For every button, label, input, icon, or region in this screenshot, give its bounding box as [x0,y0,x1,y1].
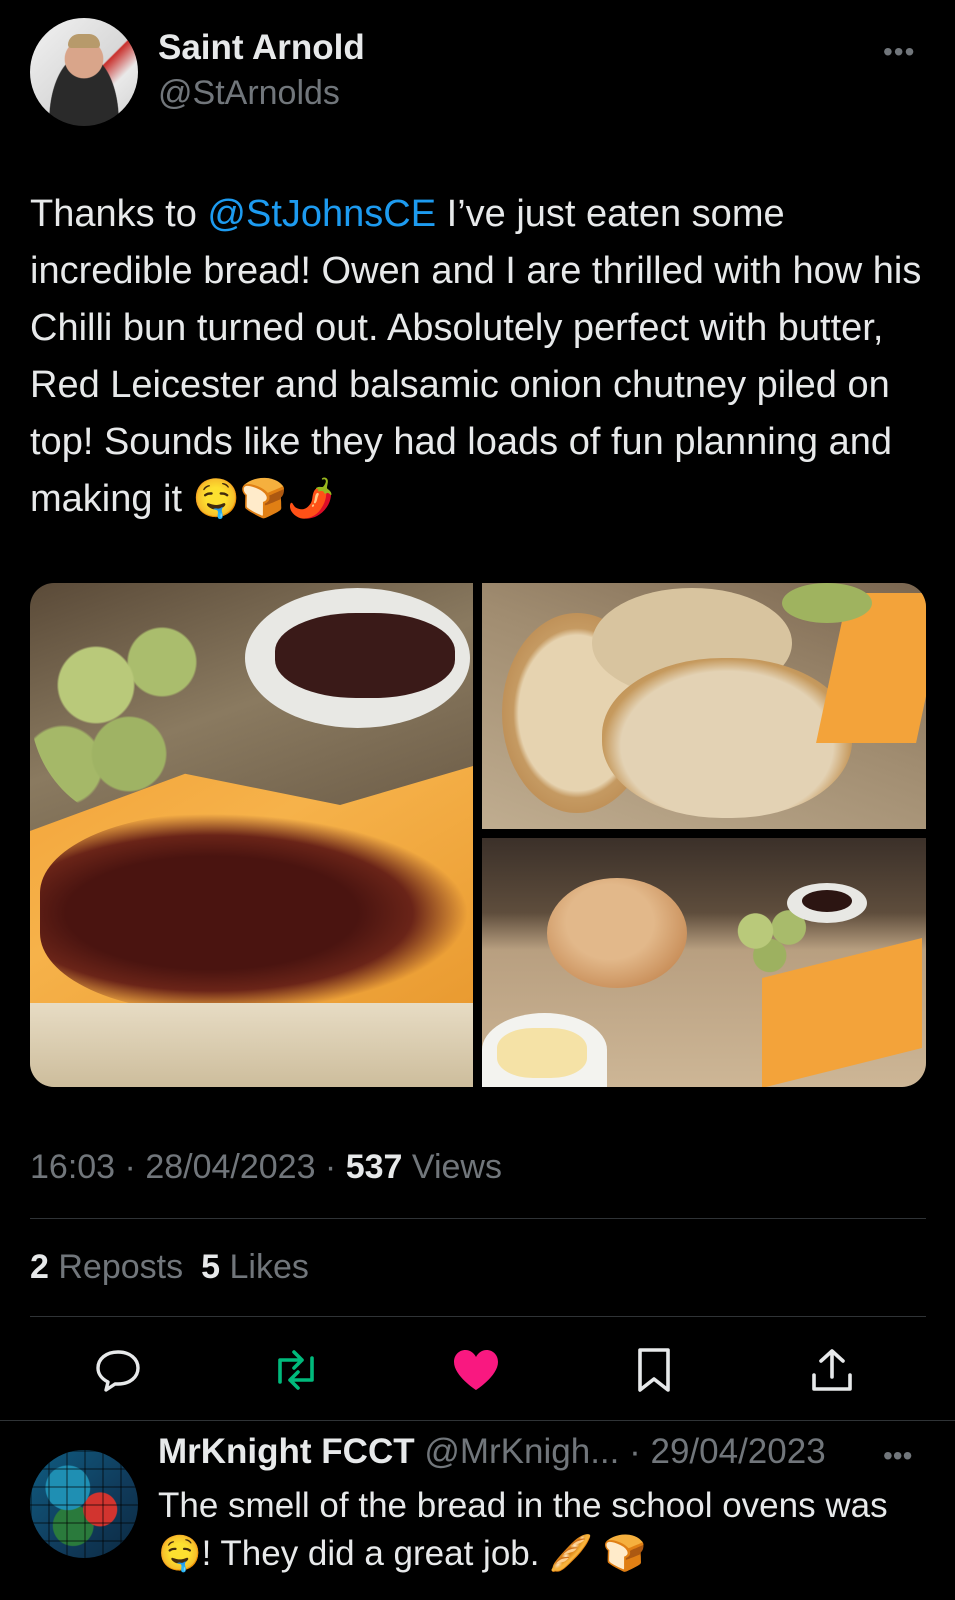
divider [0,1420,955,1421]
media-grid [30,583,926,1087]
photo-cheese-chutney[interactable] [30,583,473,1087]
reply-icon [96,1350,140,1392]
author-avatar[interactable] [30,18,138,126]
reply-header: MrKnight FCCT @MrKnigh... · 29/04/2023 [158,1432,826,1472]
repost-icon [278,1350,314,1390]
reposts-count: 2 [30,1248,49,1286]
avatar-grid [30,1450,138,1558]
reply-text: The smell of the bread in the school ove… [158,1486,888,1573]
photo-sliced-bread[interactable] [482,583,926,829]
author-handle[interactable]: @StArnolds [158,74,340,113]
reposts-label: Reposts [58,1248,184,1286]
reply-author-avatar[interactable] [30,1450,138,1558]
bookmark-button[interactable] [626,1345,682,1395]
reposts-stat[interactable]: 2 Reposts [30,1248,183,1286]
reply-separator: · [619,1432,651,1471]
reply-more-options-icon[interactable]: ••• [883,1440,912,1472]
avatar-hair [68,34,100,48]
photo-bread-platter[interactable] [482,838,926,1087]
tweet-text-body: I’ve just eaten some incredible bread! O… [30,193,922,520]
tweet-time[interactable]: 16:03 [30,1148,115,1186]
heart-icon [454,1350,498,1390]
tweet-text-prefix: Thanks to [30,193,208,235]
engagement-stats: 2 Reposts 5 Likes [30,1248,309,1287]
reply-author-handle[interactable]: @MrKnigh... [424,1432,619,1471]
bookmark-icon [638,1348,670,1392]
likes-count: 5 [201,1248,221,1286]
meta-separator: · [315,1148,346,1186]
tweet-meta: 16:03 · 28/04/2023 · 537 Views [30,1148,502,1187]
likes-label: Likes [229,1248,309,1286]
divider [30,1218,926,1219]
meta-separator: · [115,1148,146,1186]
share-button[interactable] [804,1345,860,1395]
tweet-text: Thanks to @StJohnsCE I’ve just eaten som… [30,186,930,528]
mention-link[interactable]: @StJohnsCE [207,193,436,235]
tweet-date[interactable]: 28/04/2023 [145,1148,315,1186]
likes-stat[interactable]: 5 Likes [201,1248,309,1286]
views-label: Views [411,1148,502,1186]
author-name[interactable]: Saint Arnold [158,28,365,68]
divider [30,1316,926,1317]
action-bar [0,1345,955,1395]
repost-button[interactable] [268,1345,324,1395]
like-button[interactable] [448,1345,504,1395]
reply-author-name[interactable]: MrKnight FCCT [158,1432,415,1471]
more-options-icon[interactable]: ••• [883,36,915,68]
reply-button[interactable] [90,1345,146,1395]
views-count: 537 [345,1148,403,1186]
reply-date[interactable]: 29/04/2023 [650,1432,825,1471]
share-icon [812,1349,852,1391]
